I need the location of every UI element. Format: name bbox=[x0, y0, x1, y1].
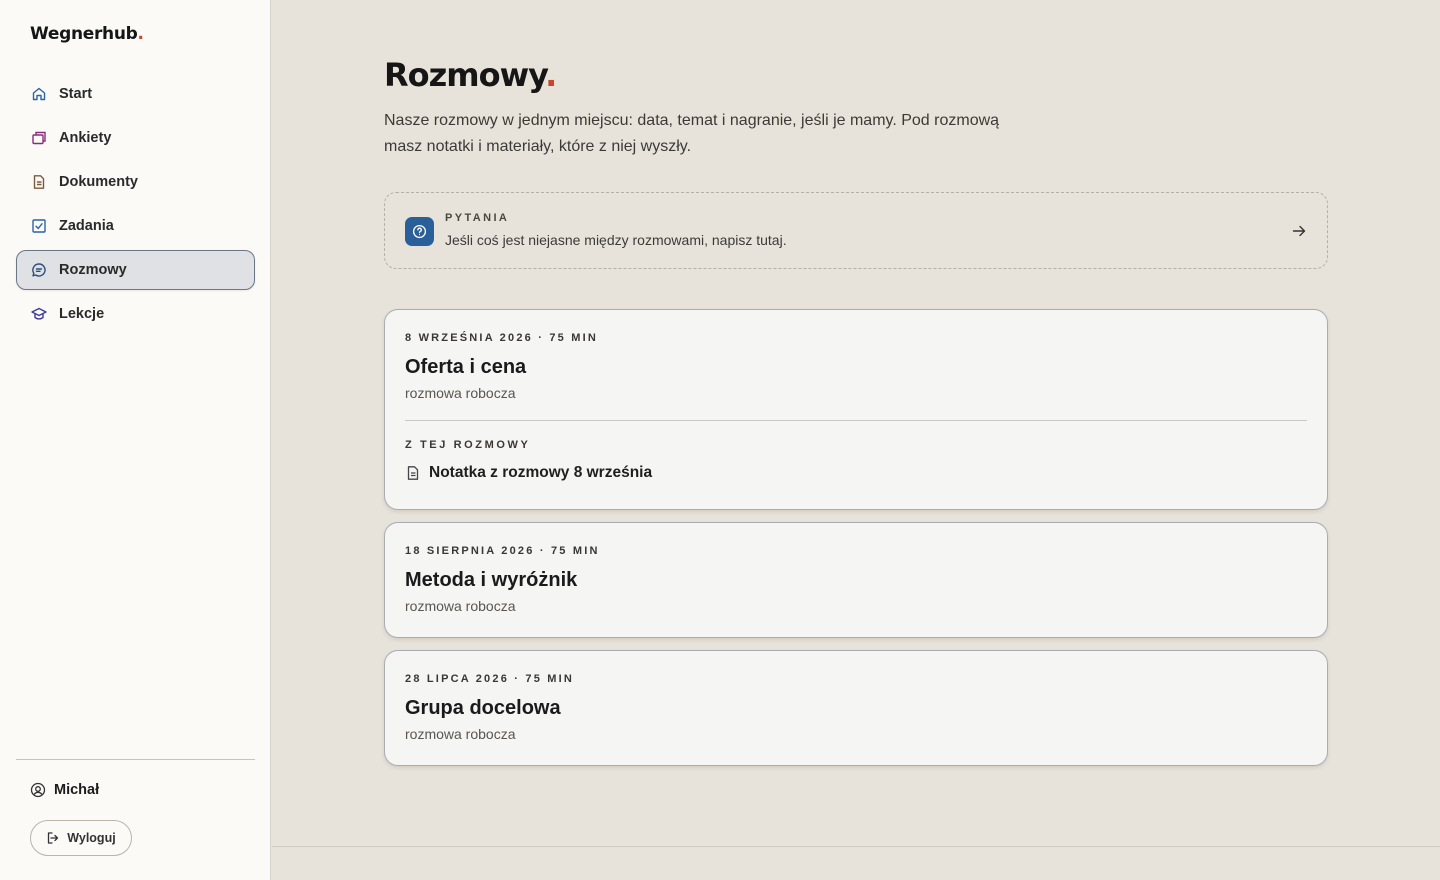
sidebar-item-rozmowy[interactable]: Rozmowy bbox=[16, 250, 255, 290]
question-circle-icon bbox=[405, 217, 434, 246]
sidebar-item-label: Start bbox=[59, 86, 93, 102]
conversation-meta: 28 LIPCA 2026 · 75 MIN bbox=[405, 673, 575, 685]
sidebar-item-start[interactable]: Start bbox=[16, 74, 255, 114]
sidebar-item-label: Rozmowy bbox=[59, 262, 127, 278]
home-icon bbox=[30, 85, 48, 103]
sidebar: Wegnerhub. Start Ankiety Dokumenty Zadan… bbox=[0, 0, 271, 880]
user-circle-icon bbox=[30, 782, 46, 798]
sidebar-item-zadania[interactable]: Zadania bbox=[16, 206, 255, 246]
conversation-card[interactable]: 8 WRZEŚNIA 2026 · 75 MIN Oferta i cena r… bbox=[384, 309, 1328, 510]
brand-name: Wegnerhub bbox=[30, 24, 138, 44]
sidebar-nav: Start Ankiety Dokumenty Zadania Rozmowy bbox=[16, 74, 255, 338]
footer-divider bbox=[272, 846, 1440, 847]
sidebar-item-label: Lekcje bbox=[59, 306, 105, 322]
graduation-cap-icon bbox=[30, 305, 48, 323]
sidebar-item-label: Ankiety bbox=[59, 130, 112, 146]
conversation-title: Metoda i wyróżnik bbox=[405, 569, 578, 591]
chat-icon bbox=[30, 261, 48, 279]
from-conversation-heading: Z TEJ ROZMOWY bbox=[405, 439, 531, 451]
conversation-subtitle: rozmowa robocza bbox=[405, 385, 516, 401]
questions-heading: PYTANIA bbox=[445, 212, 510, 224]
page-title-text: Rozmowy bbox=[384, 56, 546, 94]
conversation-meta: 18 SIERPNIA 2026 · 75 MIN bbox=[405, 545, 600, 557]
sidebar-item-ankiety[interactable]: Ankiety bbox=[16, 118, 255, 158]
conversation-meta: 8 WRZEŚNIA 2026 · 75 MIN bbox=[405, 332, 598, 344]
conversation-note-link[interactable]: Notatka z rozmowy 8 września bbox=[405, 464, 652, 482]
note-label: Notatka z rozmowy 8 września bbox=[429, 464, 653, 481]
sidebar-item-lekcje[interactable]: Lekcje bbox=[16, 294, 255, 334]
questions-text: Jeśli coś jest niejasne między rozmowami… bbox=[445, 232, 787, 248]
logout-button[interactable]: Wyloguj bbox=[30, 820, 132, 856]
sidebar-divider bbox=[16, 759, 255, 760]
title-dot: . bbox=[545, 56, 557, 94]
document-icon bbox=[405, 465, 421, 481]
questions-banner[interactable]: PYTANIA Jeśli coś jest niejasne między r… bbox=[384, 192, 1328, 269]
conversation-title: Grupa docelowa bbox=[405, 697, 561, 719]
sidebar-item-dokumenty[interactable]: Dokumenty bbox=[16, 162, 255, 202]
arrow-right-icon bbox=[1291, 223, 1307, 239]
checkbox-icon bbox=[30, 217, 48, 235]
conversation-title: Oferta i cena bbox=[405, 356, 527, 378]
logout-label: Wyloguj bbox=[67, 831, 116, 845]
brand-dot: . bbox=[137, 24, 144, 44]
conversation-card[interactable]: 18 SIERPNIA 2026 · 75 MIN Metoda i wyróż… bbox=[384, 522, 1328, 638]
page-title: Rozmowy. bbox=[384, 56, 557, 94]
conversation-subtitle: rozmowa robocza bbox=[405, 598, 516, 614]
user-profile[interactable]: Michał bbox=[30, 782, 99, 798]
page-intro: Nasze rozmowy w jednym miejscu: data, te… bbox=[384, 112, 1000, 155]
logout-icon bbox=[46, 831, 60, 845]
user-name: Michał bbox=[54, 782, 100, 798]
main-content: Rozmowy. Nasze rozmowy w jednym miejscu:… bbox=[272, 0, 1440, 880]
card-divider bbox=[405, 420, 1307, 421]
sidebar-item-label: Dokumenty bbox=[59, 174, 138, 190]
survey-icon bbox=[30, 129, 48, 147]
conversation-subtitle: rozmowa robocza bbox=[405, 726, 516, 742]
brand-logo[interactable]: Wegnerhub. bbox=[30, 24, 144, 44]
document-icon bbox=[30, 173, 48, 191]
sidebar-item-label: Zadania bbox=[59, 218, 114, 234]
conversation-card[interactable]: 28 LIPCA 2026 · 75 MIN Grupa docelowa ro… bbox=[384, 650, 1328, 766]
